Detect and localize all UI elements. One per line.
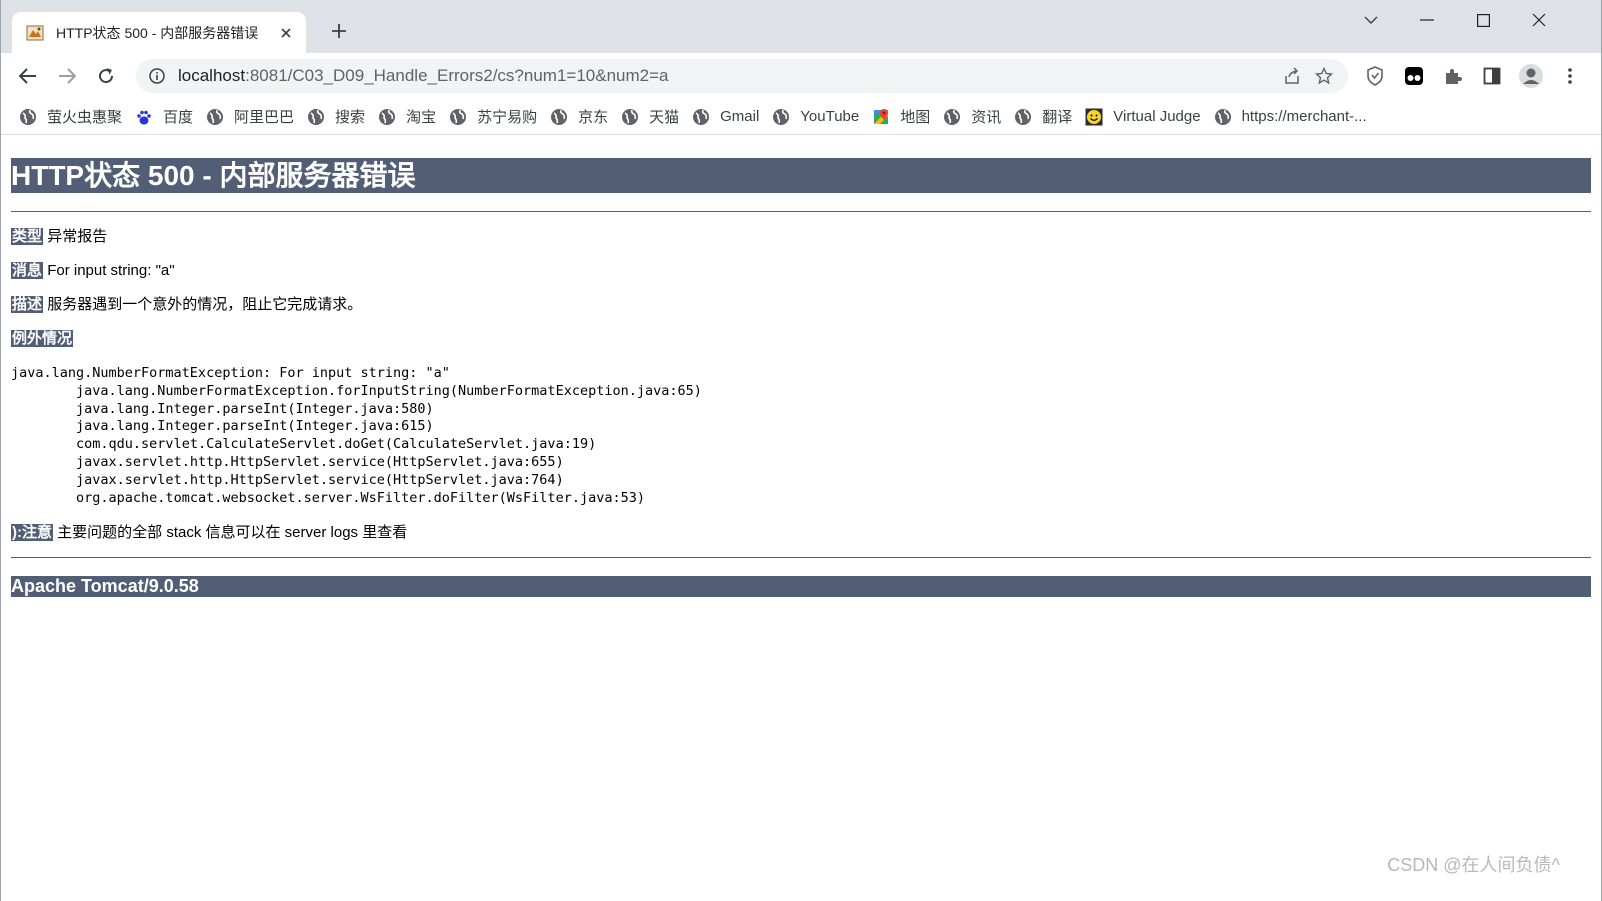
- shield-extension-icon[interactable]: [1361, 62, 1389, 90]
- puzzle-extensions-icon[interactable]: [1439, 62, 1467, 90]
- bookmark-label: https://merchant-...: [1241, 108, 1367, 125]
- bookmark-item[interactable]: 翻译: [1014, 103, 1081, 131]
- bookmark-star-icon[interactable]: [1308, 60, 1340, 92]
- bookmark-item[interactable]: 天猫: [621, 103, 688, 131]
- bookmark-item[interactable]: 京东: [550, 103, 617, 131]
- maximize-icon[interactable]: [1463, 8, 1503, 32]
- globe-icon: [772, 108, 790, 126]
- type-label: 类型: [11, 228, 44, 245]
- minimize-icon[interactable]: [1407, 8, 1447, 32]
- window-close-icon[interactable]: [1519, 8, 1559, 32]
- bookmark-label: 淘宝: [406, 109, 437, 126]
- new-tab-button[interactable]: [326, 18, 352, 44]
- description-label: 描述: [11, 296, 44, 313]
- type-row: 类型 异常报告: [11, 228, 1591, 246]
- bookmark-label: 百度: [163, 109, 194, 126]
- note-row: ):注意 主要问题的全部 stack 信息可以在 server logs 里查看: [11, 524, 1591, 542]
- tampermonkey-extension-icon[interactable]: [1400, 62, 1428, 90]
- globe-icon: [692, 108, 710, 126]
- message-value: For input string: "a": [47, 262, 175, 279]
- bookmark-label: 京东: [578, 109, 609, 126]
- type-value: 异常报告: [47, 228, 108, 245]
- globe-icon: [307, 108, 325, 126]
- message-label: 消息: [11, 262, 44, 279]
- bookmark-item[interactable]: 淘宝: [378, 103, 445, 131]
- globe-icon: [1014, 108, 1032, 126]
- baidu-paw-icon: [135, 108, 153, 126]
- bookmark-label: 资讯: [971, 109, 1002, 126]
- forward-arrow-icon[interactable]: [53, 62, 81, 90]
- side-panel-icon[interactable]: [1478, 62, 1506, 90]
- globe-icon: [1214, 108, 1232, 126]
- reload-icon[interactable]: [92, 62, 120, 90]
- address-bar[interactable]: localhost:8081/C03_D09_Handle_Errors2/cs…: [136, 59, 1348, 93]
- tomcat-favicon-icon: [26, 24, 44, 42]
- url-host: localhost: [178, 66, 246, 85]
- bookmark-label: 阿里巴巴: [234, 109, 295, 126]
- bookmark-label: Gmail: [720, 108, 760, 125]
- browser-toolbar: localhost:8081/C03_D09_Handle_Errors2/cs…: [0, 53, 1602, 99]
- bookmark-item[interactable]: YouTube: [772, 103, 868, 131]
- exception-row: 例外情况: [11, 330, 1591, 348]
- globe-icon: [449, 108, 467, 126]
- globe-icon: [621, 108, 639, 126]
- globe-icon: [943, 108, 961, 126]
- divider: [11, 557, 1591, 559]
- description-value: 服务器遇到一个意外的情况，阻止它完成请求。: [47, 296, 363, 313]
- bookmark-item[interactable]: 苏宁易购: [449, 103, 546, 131]
- globe-icon: [550, 108, 568, 126]
- bookmark-item[interactable]: 萤火虫惠聚: [19, 103, 131, 131]
- more-menu-icon[interactable]: [1556, 62, 1584, 90]
- message-row: 消息 For input string: "a": [11, 262, 1591, 280]
- back-arrow-icon[interactable]: [14, 62, 42, 90]
- stack-trace: java.lang.NumberFormatException: For inp…: [11, 365, 702, 506]
- bookmark-label: 翻译: [1042, 109, 1073, 126]
- bookmark-item[interactable]: 资讯: [943, 103, 1010, 131]
- profile-avatar-icon[interactable]: [1517, 62, 1545, 90]
- smiley-icon: [1085, 108, 1103, 126]
- page-title: HTTP状态 500 - 内部服务器错误: [11, 158, 1591, 193]
- csdn-watermark: CSDN @在人间负债^: [1387, 855, 1560, 875]
- bookmark-label: 搜索: [335, 109, 366, 126]
- divider: [11, 211, 1591, 212]
- tab-close-icon[interactable]: [276, 23, 296, 43]
- note-label: ):注意: [11, 524, 53, 542]
- bookmark-label: 天猫: [649, 109, 680, 126]
- description-row: 描述 服务器遇到一个意外的情况，阻止它完成请求。: [11, 296, 1591, 314]
- exception-label: 例外情况: [11, 330, 74, 347]
- bookmark-item[interactable]: 阿里巴巴: [206, 103, 303, 131]
- url-path: :8081/C03_D09_Handle_Errors2/cs?num1=10&…: [245, 66, 669, 85]
- browser-tab-active[interactable]: HTTP状态 500 - 内部服务器错误: [12, 12, 306, 53]
- bookmark-item[interactable]: Gmail: [692, 103, 768, 131]
- bookmark-item[interactable]: 地图: [872, 103, 939, 131]
- bookmark-item[interactable]: 百度: [135, 103, 202, 131]
- maps-icon: [872, 108, 890, 126]
- tab-search-chevron-down-icon[interactable]: [1351, 8, 1391, 32]
- url-text[interactable]: localhost:8081/C03_D09_Handle_Errors2/cs…: [178, 66, 1276, 86]
- bookmark-item[interactable]: 搜索: [307, 103, 374, 131]
- bookmark-item[interactable]: Virtual Judge: [1085, 103, 1209, 131]
- tab-title: HTTP状态 500 - 内部服务器错误: [56, 24, 259, 41]
- browser-titlebar: HTTP状态 500 - 内部服务器错误: [0, 0, 1602, 53]
- bookmark-item[interactable]: https://merchant-...: [1214, 103, 1376, 131]
- bookmark-label: YouTube: [800, 108, 860, 125]
- server-version-footer: Apache Tomcat/9.0.58: [11, 576, 1591, 598]
- error-page: HTTP状态 500 - 内部服务器错误 类型 异常报告 消息 For inpu…: [0, 136, 1602, 901]
- bookmark-label: Virtual Judge: [1113, 108, 1201, 125]
- window-border: [0, 0, 1, 901]
- globe-icon: [378, 108, 396, 126]
- note-value: 主要问题的全部 stack 信息可以在 server logs 里查看: [57, 524, 408, 542]
- bookmark-label: 苏宁易购: [477, 109, 538, 126]
- bookmark-label: 萤火虫惠聚: [47, 109, 123, 126]
- site-info-icon[interactable]: [140, 59, 174, 93]
- globe-icon: [206, 108, 224, 126]
- share-icon[interactable]: [1276, 60, 1308, 92]
- globe-icon: [19, 108, 37, 126]
- bookmarks-bar: 萤火虫惠聚 百度 阿里巴巴 搜索 淘宝 苏宁易购 京东 天猫 Gmail YouTube 地图 资讯 翻…: [0, 99, 1602, 135]
- bookmark-label: 地图: [900, 109, 931, 126]
